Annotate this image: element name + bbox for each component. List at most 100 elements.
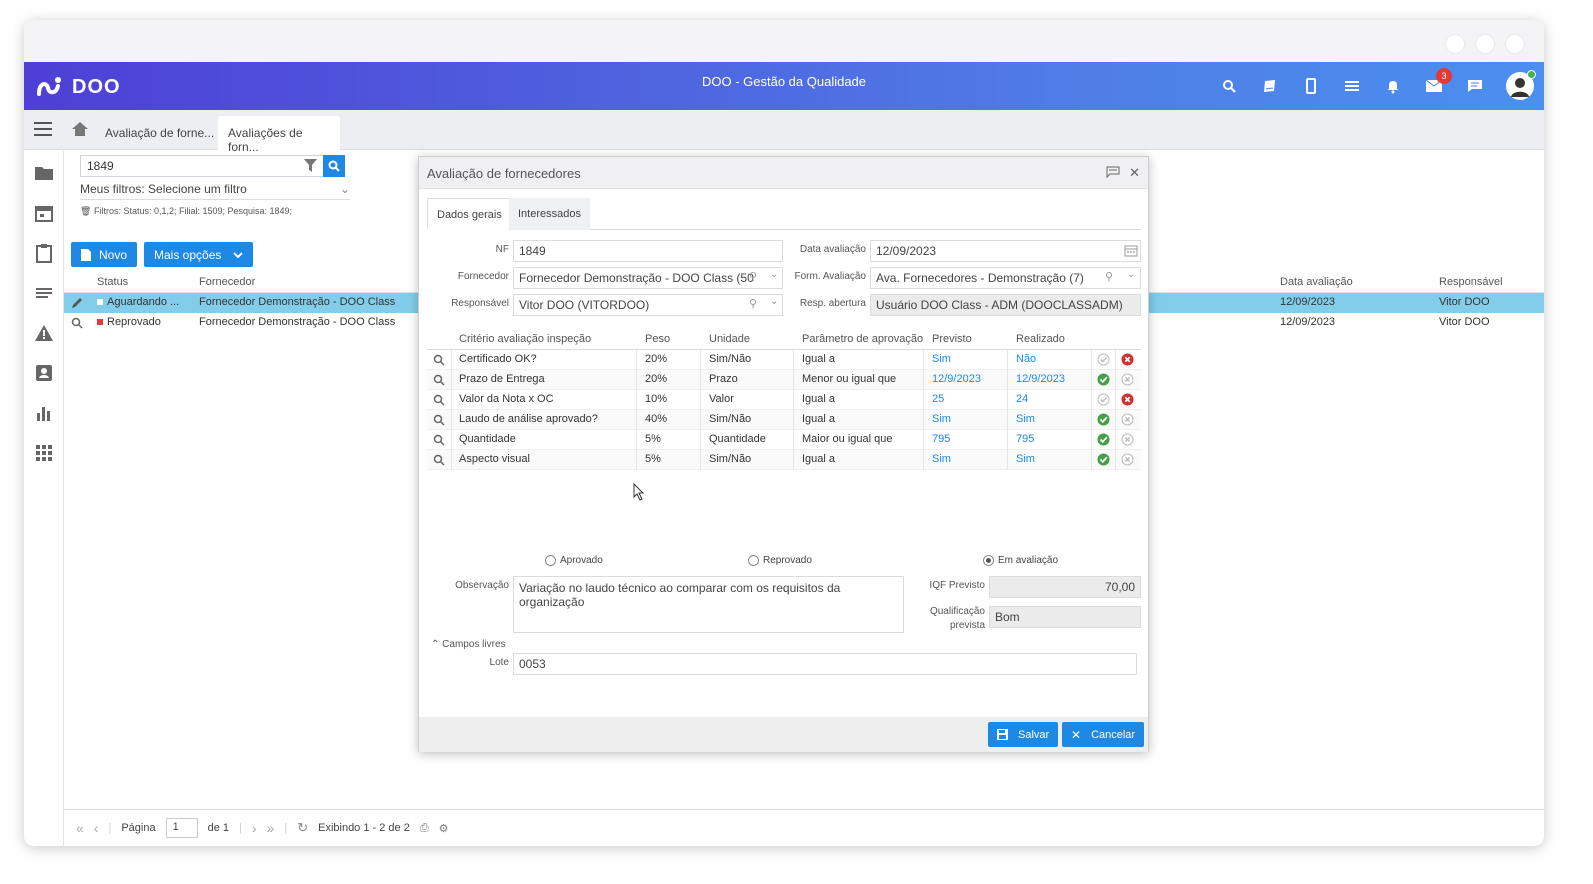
criteria-row[interactable]: Certificado OK? 20% Sim/Não Igual a Sim Não <box>427 350 1141 370</box>
first-page-icon[interactable]: « <box>76 820 84 836</box>
mail-icon[interactable]: 3 <box>1424 68 1452 96</box>
close-icon[interactable]: ✕ <box>1129 165 1140 181</box>
trash-icon[interactable]: 🗑 <box>80 206 91 216</box>
magnifier-icon[interactable] <box>433 454 445 466</box>
filter-icon[interactable] <box>304 159 317 172</box>
prev-page-icon[interactable]: ‹ <box>94 820 99 836</box>
cancel-button[interactable]: ✕ Cancelar <box>1062 722 1145 747</box>
tab-dados-gerais[interactable]: Dados gerais <box>427 198 512 230</box>
reject-inactive-icon[interactable] <box>1121 373 1134 386</box>
search-icon[interactable]: ⚲ <box>749 297 757 310</box>
page-input[interactable]: 1 <box>165 818 198 838</box>
magnifier-icon[interactable] <box>433 394 445 406</box>
reject-inactive-icon[interactable] <box>1121 453 1134 466</box>
chevron-down-icon[interactable]: ⌄ <box>1127 269 1135 280</box>
cell-previsto[interactable]: Sim <box>932 353 951 365</box>
home-icon[interactable] <box>72 122 88 139</box>
window-dot[interactable] <box>1476 35 1494 53</box>
text-lines-icon[interactable] <box>34 283 54 303</box>
cell-previsto[interactable]: 12/9/2023 <box>932 373 981 385</box>
cell-realizado[interactable]: Sim <box>1016 453 1035 465</box>
cell-realizado[interactable]: 795 <box>1016 433 1034 445</box>
cell-previsto[interactable]: Sim <box>932 413 951 425</box>
tab-avaliacao-fornecedores[interactable]: Avaliação de forne... <box>95 116 224 150</box>
next-page-icon[interactable]: › <box>252 820 257 836</box>
check-active-icon[interactable] <box>1097 413 1110 426</box>
cell-realizado[interactable]: 24 <box>1016 393 1028 405</box>
reject-inactive-icon[interactable] <box>1121 413 1134 426</box>
list-icon[interactable] <box>1342 76 1362 96</box>
mobile-icon[interactable] <box>1301 76 1321 96</box>
warning-icon[interactable] <box>34 323 54 343</box>
more-options-button[interactable]: Mais opções <box>144 242 254 267</box>
data-avaliacao-field[interactable]: 12/09/2023 <box>870 240 1141 262</box>
my-filters[interactable]: Meus filtros: Selecione um filtro ⌄ <box>80 182 350 200</box>
magnifier-icon[interactable] <box>433 374 445 386</box>
cell-realizado[interactable]: Sim <box>1016 413 1035 425</box>
criteria-row[interactable]: Aspecto visual 5% Sim/Não Igual a Sim Sim <box>427 450 1141 470</box>
last-page-icon[interactable]: » <box>267 820 275 836</box>
fornecedor-field[interactable]: Fornecedor Demonstração - DOO Class (50 <box>513 267 783 289</box>
cell-realizado[interactable]: 12/9/2023 <box>1016 373 1065 385</box>
check-active-icon[interactable] <box>1097 373 1110 386</box>
comment-icon[interactable] <box>1106 166 1120 178</box>
search-icon[interactable]: ⚲ <box>749 270 757 283</box>
chevron-down-icon[interactable]: ⌄ <box>770 269 778 280</box>
header-status[interactable]: Status <box>97 276 128 288</box>
print-icon[interactable]: ⎙ <box>420 822 429 835</box>
reject-active-icon[interactable] <box>1121 393 1134 406</box>
magnifier-icon[interactable] <box>71 317 83 329</box>
check-active-icon[interactable] <box>1097 453 1110 466</box>
reject-active-icon[interactable] <box>1121 353 1134 366</box>
search-icon[interactable]: ⚲ <box>1105 270 1113 283</box>
calendar-icon[interactable] <box>1124 244 1138 257</box>
criteria-row[interactable]: Prazo de Entrega 20% Prazo Menor ou igual q… <box>427 370 1141 390</box>
hamburger-menu-icon[interactable] <box>34 122 52 139</box>
header-data-avaliacao[interactable]: Data avaliação <box>1280 276 1353 288</box>
lote-field[interactable]: 0053 <box>513 653 1137 675</box>
search-input[interactable]: 1849 <box>80 155 325 177</box>
check-active-icon[interactable] <box>1097 433 1110 446</box>
magnifier-icon[interactable] <box>433 414 445 426</box>
observacao-field[interactable]: Variação no laudo técnico ao comparar co… <box>513 576 904 633</box>
form-avaliacao-field[interactable]: Ava. Fornecedores - Demonstração (7) <box>870 267 1141 289</box>
chat-icon[interactable] <box>1465 76 1485 96</box>
campos-livres-toggle[interactable]: ⌃ Campos livres <box>431 639 506 650</box>
responsavel-field[interactable]: Vitor DOO (VITORDOO) <box>513 294 783 316</box>
settings-icon[interactable]: ⚙ <box>439 822 449 835</box>
magnifier-icon[interactable] <box>433 434 445 446</box>
search-icon[interactable] <box>1219 76 1239 96</box>
window-dot[interactable] <box>1446 35 1464 53</box>
user-avatar[interactable] <box>1506 70 1536 100</box>
bell-icon[interactable] <box>1383 76 1403 96</box>
new-button[interactable]: Novo <box>71 242 138 267</box>
save-button[interactable]: Salvar <box>988 722 1059 747</box>
radio-em-avaliacao[interactable]: Em avaliação <box>983 555 1058 566</box>
cell-realizado[interactable]: Não <box>1016 353 1036 365</box>
radio-reprovado[interactable]: Reprovado <box>748 555 812 566</box>
check-inactive-icon[interactable] <box>1097 393 1110 406</box>
header-responsavel[interactable]: Responsável <box>1439 276 1503 288</box>
window-dot[interactable] <box>1506 35 1524 53</box>
refresh-icon[interactable]: ↻ <box>297 820 308 836</box>
folder-icon[interactable] <box>34 163 54 183</box>
nf-field[interactable]: 1849 <box>513 240 783 262</box>
chevron-down-icon[interactable]: ⌄ <box>770 296 778 307</box>
cell-previsto[interactable]: 25 <box>932 393 944 405</box>
bar-chart-icon[interactable] <box>34 403 54 423</box>
cell-previsto[interactable]: Sim <box>932 453 951 465</box>
check-inactive-icon[interactable] <box>1097 353 1110 366</box>
clipboard-icon[interactable] <box>34 243 54 263</box>
cell-previsto[interactable]: 795 <box>932 433 950 445</box>
criteria-row[interactable]: Valor da Nota x OC 10% Valor Igual a 25 24 <box>427 390 1141 410</box>
search-button[interactable] <box>323 155 345 177</box>
radio-aprovado[interactable]: Aprovado <box>545 555 603 566</box>
book-icon[interactable] <box>1260 76 1280 96</box>
edit-pencil-icon[interactable] <box>71 297 83 309</box>
reject-inactive-icon[interactable] <box>1121 433 1134 446</box>
apps-grid-icon[interactable] <box>34 443 54 463</box>
magnifier-icon[interactable] <box>433 354 445 366</box>
header-fornecedor[interactable]: Fornecedor <box>199 276 255 288</box>
calendar-icon[interactable] <box>34 203 54 223</box>
contact-card-icon[interactable] <box>34 363 54 383</box>
